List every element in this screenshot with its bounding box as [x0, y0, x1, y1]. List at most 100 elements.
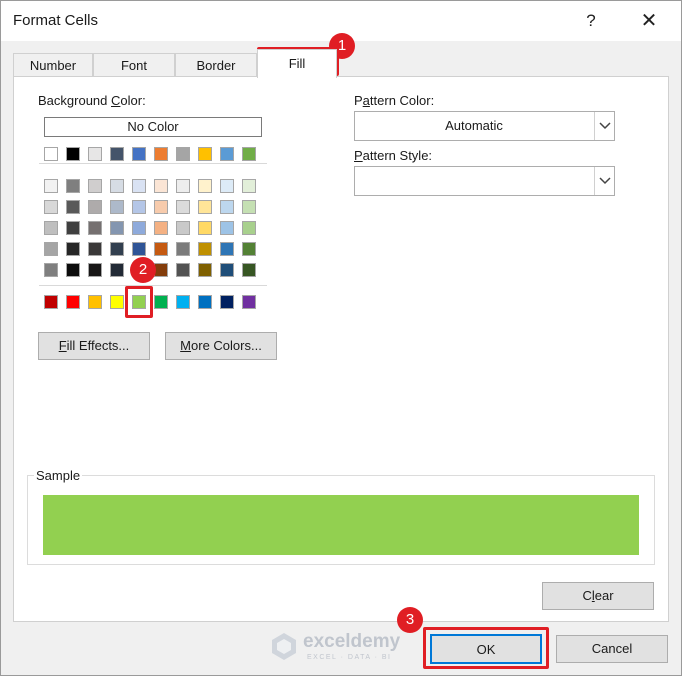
clear-button[interactable]: Clear: [542, 582, 654, 610]
chevron-down-icon[interactable]: [594, 167, 614, 195]
pattern-style-dropdown[interactable]: [354, 166, 615, 196]
color-swatch[interactable]: [110, 242, 124, 256]
fill-effects-button[interactable]: Fill Effects...: [38, 332, 150, 360]
color-swatch[interactable]: [66, 200, 80, 214]
color-swatch[interactable]: [176, 147, 190, 161]
color-swatch[interactable]: [242, 200, 256, 214]
standard-color-swatch[interactable]: [88, 295, 102, 309]
cancel-button[interactable]: Cancel: [556, 635, 668, 663]
color-swatch[interactable]: [88, 221, 102, 235]
standard-color-swatch[interactable]: [44, 295, 58, 309]
step-3-badge: 3: [397, 607, 423, 633]
color-swatch[interactable]: [242, 147, 256, 161]
tab-number[interactable]: Number: [13, 53, 93, 78]
no-color-button[interactable]: No Color: [44, 117, 262, 137]
standard-color-swatch[interactable]: [242, 295, 256, 309]
color-swatch[interactable]: [66, 179, 80, 193]
color-swatch[interactable]: [132, 242, 146, 256]
standard-color-swatch[interactable]: [110, 295, 124, 309]
color-swatch[interactable]: [220, 263, 234, 277]
close-button[interactable]: ✕: [631, 7, 667, 35]
pattern-color-value: Automatic: [445, 118, 503, 133]
color-swatch[interactable]: [110, 179, 124, 193]
sample-group: Sample: [27, 468, 655, 565]
color-swatch[interactable]: [88, 200, 102, 214]
color-swatch[interactable]: [44, 263, 58, 277]
color-swatch[interactable]: [242, 221, 256, 235]
color-swatch[interactable]: [242, 179, 256, 193]
color-swatch[interactable]: [44, 179, 58, 193]
more-colors-button[interactable]: More Colors...: [165, 332, 277, 360]
sample-preview: [43, 495, 639, 555]
color-swatch[interactable]: [154, 179, 168, 193]
format-cells-dialog: Format Cells ? ✕ Number Font Border Fill…: [0, 0, 682, 676]
standard-color-swatch[interactable]: [198, 295, 212, 309]
color-swatch[interactable]: [198, 179, 212, 193]
color-swatch[interactable]: [176, 221, 190, 235]
pattern-color-dropdown[interactable]: Automatic: [354, 111, 615, 141]
watermark-tagline: EXCEL · DATA · BI: [307, 654, 392, 661]
help-button[interactable]: ?: [573, 7, 609, 35]
color-swatch[interactable]: [88, 179, 102, 193]
color-swatch[interactable]: [154, 242, 168, 256]
sample-label: Sample: [34, 468, 83, 483]
color-swatch[interactable]: [110, 263, 124, 277]
standard-color-swatch[interactable]: [154, 295, 168, 309]
color-swatch[interactable]: [176, 263, 190, 277]
color-swatch[interactable]: [66, 147, 80, 161]
tab-fill[interactable]: Fill: [257, 49, 337, 78]
ok-button-highlight: [423, 627, 549, 669]
dialog-title: Format Cells: [13, 12, 99, 29]
color-swatch[interactable]: [132, 221, 146, 235]
color-swatch[interactable]: [242, 263, 256, 277]
color-swatch[interactable]: [88, 242, 102, 256]
color-swatch[interactable]: [44, 242, 58, 256]
color-swatch[interactable]: [44, 147, 58, 161]
color-swatch[interactable]: [198, 147, 212, 161]
color-swatch[interactable]: [220, 179, 234, 193]
color-swatch[interactable]: [110, 200, 124, 214]
color-swatch[interactable]: [242, 242, 256, 256]
color-swatch[interactable]: [220, 200, 234, 214]
color-swatch[interactable]: [176, 200, 190, 214]
color-swatch[interactable]: [66, 221, 80, 235]
color-swatch[interactable]: [154, 221, 168, 235]
green-swatch-highlight: [125, 286, 153, 318]
color-swatch[interactable]: [44, 221, 58, 235]
color-swatch[interactable]: [198, 242, 212, 256]
pattern-style-label: Pattern Style:: [354, 148, 433, 163]
color-swatch[interactable]: [220, 147, 234, 161]
color-swatch[interactable]: [88, 263, 102, 277]
color-swatch[interactable]: [154, 263, 168, 277]
color-swatch[interactable]: [88, 147, 102, 161]
color-swatch[interactable]: [66, 242, 80, 256]
exceldemy-logo-icon: [272, 633, 296, 660]
color-swatch[interactable]: [132, 200, 146, 214]
color-swatch[interactable]: [132, 147, 146, 161]
color-swatch[interactable]: [198, 221, 212, 235]
palette-divider: [39, 285, 267, 286]
chevron-down-icon[interactable]: [594, 112, 614, 140]
color-swatch[interactable]: [220, 221, 234, 235]
color-swatch[interactable]: [154, 147, 168, 161]
tab-font[interactable]: Font: [93, 53, 175, 78]
color-swatch[interactable]: [154, 200, 168, 214]
standard-color-swatch[interactable]: [176, 295, 190, 309]
color-swatch[interactable]: [132, 179, 146, 193]
color-swatch[interactable]: [66, 263, 80, 277]
color-swatch[interactable]: [220, 242, 234, 256]
color-swatch[interactable]: [44, 200, 58, 214]
color-swatch[interactable]: [176, 179, 190, 193]
color-swatch[interactable]: [110, 147, 124, 161]
color-swatch[interactable]: [110, 221, 124, 235]
color-swatch[interactable]: [176, 242, 190, 256]
pattern-color-label: Pattern Color:: [354, 93, 435, 108]
standard-color-swatch[interactable]: [66, 295, 80, 309]
watermark-name: exceldemy: [303, 631, 401, 652]
pattern-style-value: [355, 167, 593, 195]
palette-divider: [39, 163, 267, 164]
tab-border[interactable]: Border: [175, 53, 257, 78]
standard-color-swatch[interactable]: [220, 295, 234, 309]
color-swatch[interactable]: [198, 263, 212, 277]
color-swatch[interactable]: [198, 200, 212, 214]
